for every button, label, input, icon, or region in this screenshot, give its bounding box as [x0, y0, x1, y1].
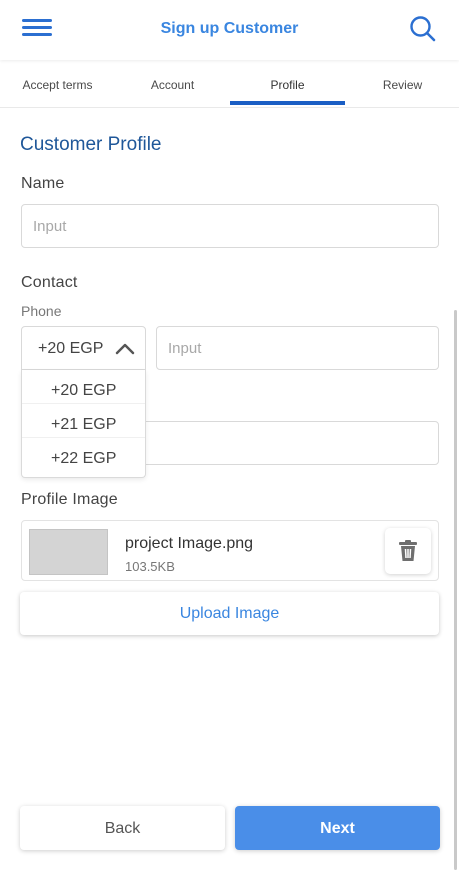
country-code-select[interactable]: +20 EGP	[21, 326, 146, 370]
profile-image-label: Profile Image	[21, 491, 118, 508]
tab-accept-terms[interactable]: Accept terms	[0, 60, 115, 108]
trash-icon	[399, 540, 417, 561]
country-code-dropdown: +20 EGP +21 EGP +22 EGP	[21, 370, 146, 478]
name-label: Name	[21, 175, 65, 192]
tab-account[interactable]: Account	[115, 60, 230, 108]
page-title: Sign up Customer	[160, 20, 299, 37]
file-size: 103.5KB	[125, 559, 175, 574]
delete-file-button[interactable]	[385, 528, 431, 574]
search-icon[interactable]	[408, 14, 438, 44]
back-button[interactable]: Back	[20, 806, 225, 850]
phone-input[interactable]	[156, 326, 439, 370]
image-thumbnail	[29, 529, 108, 575]
country-code-option[interactable]: +21 EGP	[22, 404, 145, 438]
upload-image-button[interactable]: Upload Image	[20, 592, 439, 635]
country-code-option[interactable]: +22 EGP	[22, 438, 145, 472]
country-code-option[interactable]: +20 EGP	[22, 370, 145, 404]
next-button[interactable]: Next	[235, 806, 440, 850]
contact-label: Contact	[21, 274, 78, 291]
section-title: Customer Profile	[20, 134, 162, 155]
phone-label: Phone	[21, 303, 62, 319]
name-input[interactable]	[21, 204, 439, 248]
tab-review[interactable]: Review	[345, 60, 459, 108]
file-name: project Image.png	[125, 535, 254, 552]
active-tab-indicator	[230, 101, 345, 105]
scrollbar[interactable]	[454, 310, 457, 870]
app-header: Sign up Customer	[0, 0, 459, 60]
chevron-up-icon	[115, 343, 135, 355]
country-code-value: +20 EGP	[38, 340, 104, 357]
uploaded-file-card: project Image.png 103.5KB	[21, 520, 439, 581]
